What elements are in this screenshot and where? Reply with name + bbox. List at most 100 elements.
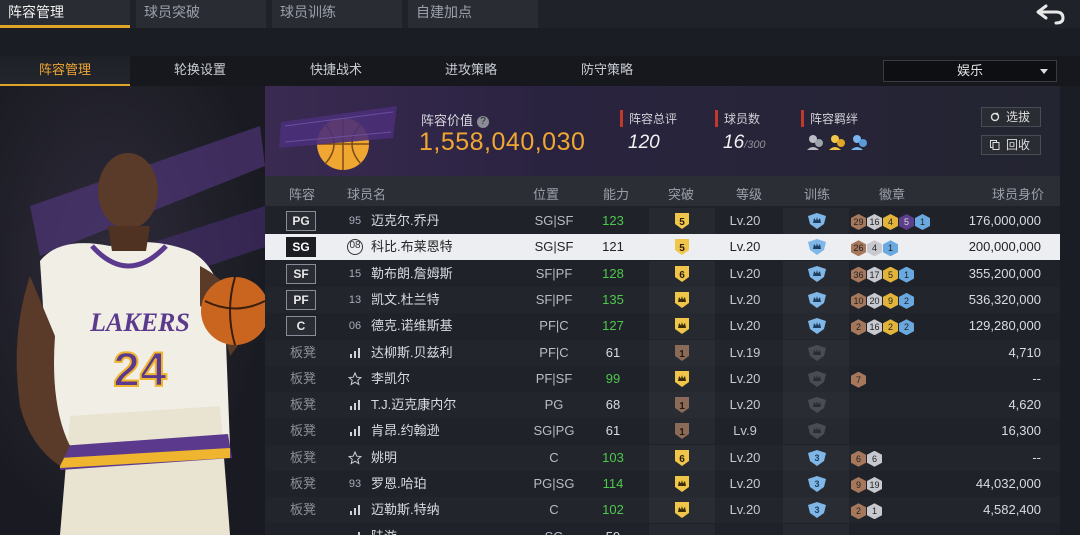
bench-label[interactable]: 板凳 bbox=[290, 497, 316, 523]
mode-dropdown[interactable]: 娱乐 bbox=[883, 60, 1057, 82]
training-cell bbox=[783, 234, 849, 260]
table-row[interactable]: C 06 德克.诺维斯基 PF|C 127 Lv.20 2 16 2 2 129,280,000 bbox=[265, 313, 1060, 339]
col-position[interactable]: 位置 bbox=[533, 184, 559, 203]
player-name[interactable]: 勒布朗.詹姆斯 bbox=[371, 261, 453, 287]
bronze-badge-icon[interactable]: 29 bbox=[851, 214, 866, 230]
player-name[interactable]: 罗恩.哈珀 bbox=[371, 471, 427, 497]
training-empty-icon bbox=[807, 422, 827, 440]
gold-badge-icon[interactable]: 2 bbox=[883, 319, 898, 336]
lineup-position-badge[interactable]: SF bbox=[286, 263, 316, 284]
bench-label[interactable]: 板凳 bbox=[290, 392, 316, 418]
bronze-badge-icon[interactable]: 36 bbox=[851, 266, 866, 283]
silver-badge-icon[interactable]: 4 bbox=[867, 240, 882, 257]
subtab-defense-strategy[interactable]: 防守策略 bbox=[542, 56, 672, 86]
bench-label[interactable]: 板凳 bbox=[290, 418, 316, 444]
silver-badge-icon[interactable]: 1 bbox=[867, 503, 882, 520]
col-player-value[interactable]: 球员身价 bbox=[992, 184, 1044, 203]
player-position: C bbox=[549, 502, 559, 518]
player-name[interactable]: 肯昂.约翰逊 bbox=[371, 418, 440, 444]
table-row[interactable]: PF 13 凯文.杜兰特 SF|PF 135 Lv.20 10 20 9 2 536,320,000 bbox=[265, 286, 1060, 313]
player-name[interactable]: 德克.诺维斯基 bbox=[371, 313, 453, 339]
select-button[interactable]: 选拔 bbox=[981, 107, 1041, 127]
lineup-position-badge[interactable]: PF bbox=[286, 289, 316, 310]
table-row[interactable]: 板凳 迈勒斯.特纳 C 102 Lv.20 3 2 1 4,582,400 bbox=[265, 497, 1060, 524]
lineup-position-badge[interactable]: SG bbox=[286, 237, 316, 258]
table-row[interactable]: 板凳 T.J.迈克康内尔 PG 68 1 Lv.20 4,620 bbox=[265, 392, 1060, 419]
bronze-badge-icon[interactable]: 10 bbox=[851, 292, 866, 309]
silver-badge-icon[interactable]: 16 bbox=[867, 319, 882, 336]
player-name[interactable]: 李凯尔 bbox=[371, 366, 410, 392]
table-row[interactable]: 板凳 肯昂.约翰逊 SG|PG 61 1 Lv.9 16,300 bbox=[265, 418, 1060, 444]
player-ability: 135 bbox=[602, 291, 624, 307]
player-count-current: 16 bbox=[723, 132, 745, 153]
star-icon bbox=[347, 450, 363, 465]
lineup-position-badge[interactable]: C bbox=[286, 316, 316, 337]
subtab-lineup[interactable]: 阵容管理 bbox=[0, 56, 130, 86]
silver-badge-icon[interactable]: 19 bbox=[867, 477, 882, 493]
table-row[interactable]: SG 08 科比.布莱恩特 SG|SF 121 5 Lv.20 26 4 1 200,000,000 bbox=[265, 234, 1060, 261]
bronze-badge-icon[interactable]: 2 bbox=[851, 503, 866, 520]
gold-badge-icon[interactable]: 4 bbox=[883, 214, 898, 230]
table-row[interactable]: 板凳 姚明 C 103 6 Lv.20 3 6 6 -- bbox=[265, 444, 1060, 471]
silver-badge-icon[interactable]: 20 bbox=[867, 292, 882, 309]
table-row[interactable]: PG 95 迈克尔.乔丹 SG|SF 123 5 Lv.20 29 16 4 5 1 176,000,0… bbox=[265, 208, 1060, 234]
bench-label[interactable]: 板凳 bbox=[290, 471, 316, 497]
silver-badge-icon[interactable]: 16 bbox=[867, 214, 882, 230]
breakthrough-cell bbox=[649, 524, 715, 535]
bronze-badge-icon[interactable]: 9 bbox=[851, 477, 866, 493]
table-row[interactable]: SF 15 勒布朗.詹姆斯 SF|PF 128 6 Lv.20 36 17 5 1 355,200,0… bbox=[265, 261, 1060, 287]
player-name[interactable]: T.J.迈克康内尔 bbox=[371, 392, 456, 418]
subtab-quick-tactics[interactable]: 快捷战术 bbox=[271, 56, 401, 86]
table-row[interactable]: 陆游 SG59 bbox=[265, 524, 1060, 535]
subtab-rotation[interactable]: 轮换设置 bbox=[135, 56, 265, 86]
player-name[interactable]: 陆游 bbox=[371, 524, 397, 535]
synergy-icons[interactable] bbox=[805, 132, 875, 152]
player-value: 355,200,000 bbox=[968, 265, 1041, 281]
col-level[interactable]: 等级 bbox=[736, 184, 762, 203]
col-badges[interactable]: 徽章 bbox=[879, 184, 905, 203]
table-row[interactable]: 板凳 李凯尔 PF|SF 99 Lv.20 7 -- bbox=[265, 366, 1060, 392]
lineup-position-badge[interactable]: PG bbox=[286, 211, 316, 231]
player-value: 4,582,400 bbox=[983, 502, 1041, 518]
silver-badge-icon[interactable]: 17 bbox=[867, 266, 882, 283]
blue-badge-icon[interactable]: 1 bbox=[883, 240, 898, 257]
help-icon[interactable]: ? bbox=[477, 116, 490, 128]
badge-list: 26 4 1 bbox=[851, 239, 899, 257]
player-name[interactable]: 迈克尔.乔丹 bbox=[371, 208, 440, 234]
bronze-badge-icon[interactable]: 6 bbox=[851, 450, 866, 467]
back-arrow-icon[interactable] bbox=[1032, 2, 1068, 26]
star-icon bbox=[347, 371, 363, 386]
tab-lineup-management[interactable]: 阵容管理 bbox=[0, 0, 130, 28]
bench-label[interactable]: 板凳 bbox=[290, 445, 316, 471]
table-row[interactable]: 板凳 达柳斯.贝兹利 PF|C 61 1 Lv.19 4,710 bbox=[265, 339, 1060, 366]
bronze-badge-icon[interactable]: 26 bbox=[851, 240, 866, 257]
gold-badge-icon[interactable]: 9 bbox=[883, 292, 898, 309]
recycle-button[interactable]: 回收 bbox=[981, 135, 1041, 155]
gold-badge-icon[interactable]: 5 bbox=[883, 266, 898, 283]
signal-bars-icon bbox=[348, 346, 362, 360]
bench-label[interactable]: 板凳 bbox=[290, 340, 316, 366]
col-training[interactable]: 训练 bbox=[804, 184, 830, 203]
bench-label[interactable]: 板凳 bbox=[290, 366, 316, 392]
tab-custom-points[interactable]: 自建加点 bbox=[408, 0, 538, 28]
col-lineup[interactable]: 阵容 bbox=[289, 184, 315, 203]
player-name[interactable]: 达柳斯.贝兹利 bbox=[371, 340, 453, 366]
player-name[interactable]: 姚明 bbox=[371, 445, 397, 471]
copy-icon bbox=[990, 140, 1000, 150]
player-value: 536,320,000 bbox=[968, 291, 1041, 307]
svg-text:1: 1 bbox=[679, 401, 685, 412]
col-breakthrough[interactable]: 突破 bbox=[668, 184, 694, 203]
bronze-badge-icon[interactable]: 7 bbox=[851, 371, 866, 388]
col-player-name[interactable]: 球员名 bbox=[347, 184, 386, 203]
lineup-value-label-text: 阵容价值 bbox=[421, 113, 474, 128]
table-row[interactable]: 板凳 93 罗恩.哈珀 PG|SG 114 Lv.20 3 9 19 44,032,000 bbox=[265, 471, 1060, 497]
tab-player-breakthrough[interactable]: 球员突破 bbox=[136, 0, 266, 28]
col-ability[interactable]: 能力 bbox=[603, 184, 629, 203]
silver-badge-icon[interactable]: 6 bbox=[867, 450, 882, 467]
player-name[interactable]: 科比.布莱恩特 bbox=[371, 234, 453, 260]
bronze-badge-icon[interactable]: 2 bbox=[851, 319, 866, 336]
tab-player-training[interactable]: 球员训练 bbox=[272, 0, 402, 28]
subtab-offense-strategy[interactable]: 进攻策略 bbox=[406, 56, 536, 86]
player-name[interactable]: 迈勒斯.特纳 bbox=[371, 497, 440, 523]
player-name[interactable]: 凯文.杜兰特 bbox=[371, 287, 440, 313]
